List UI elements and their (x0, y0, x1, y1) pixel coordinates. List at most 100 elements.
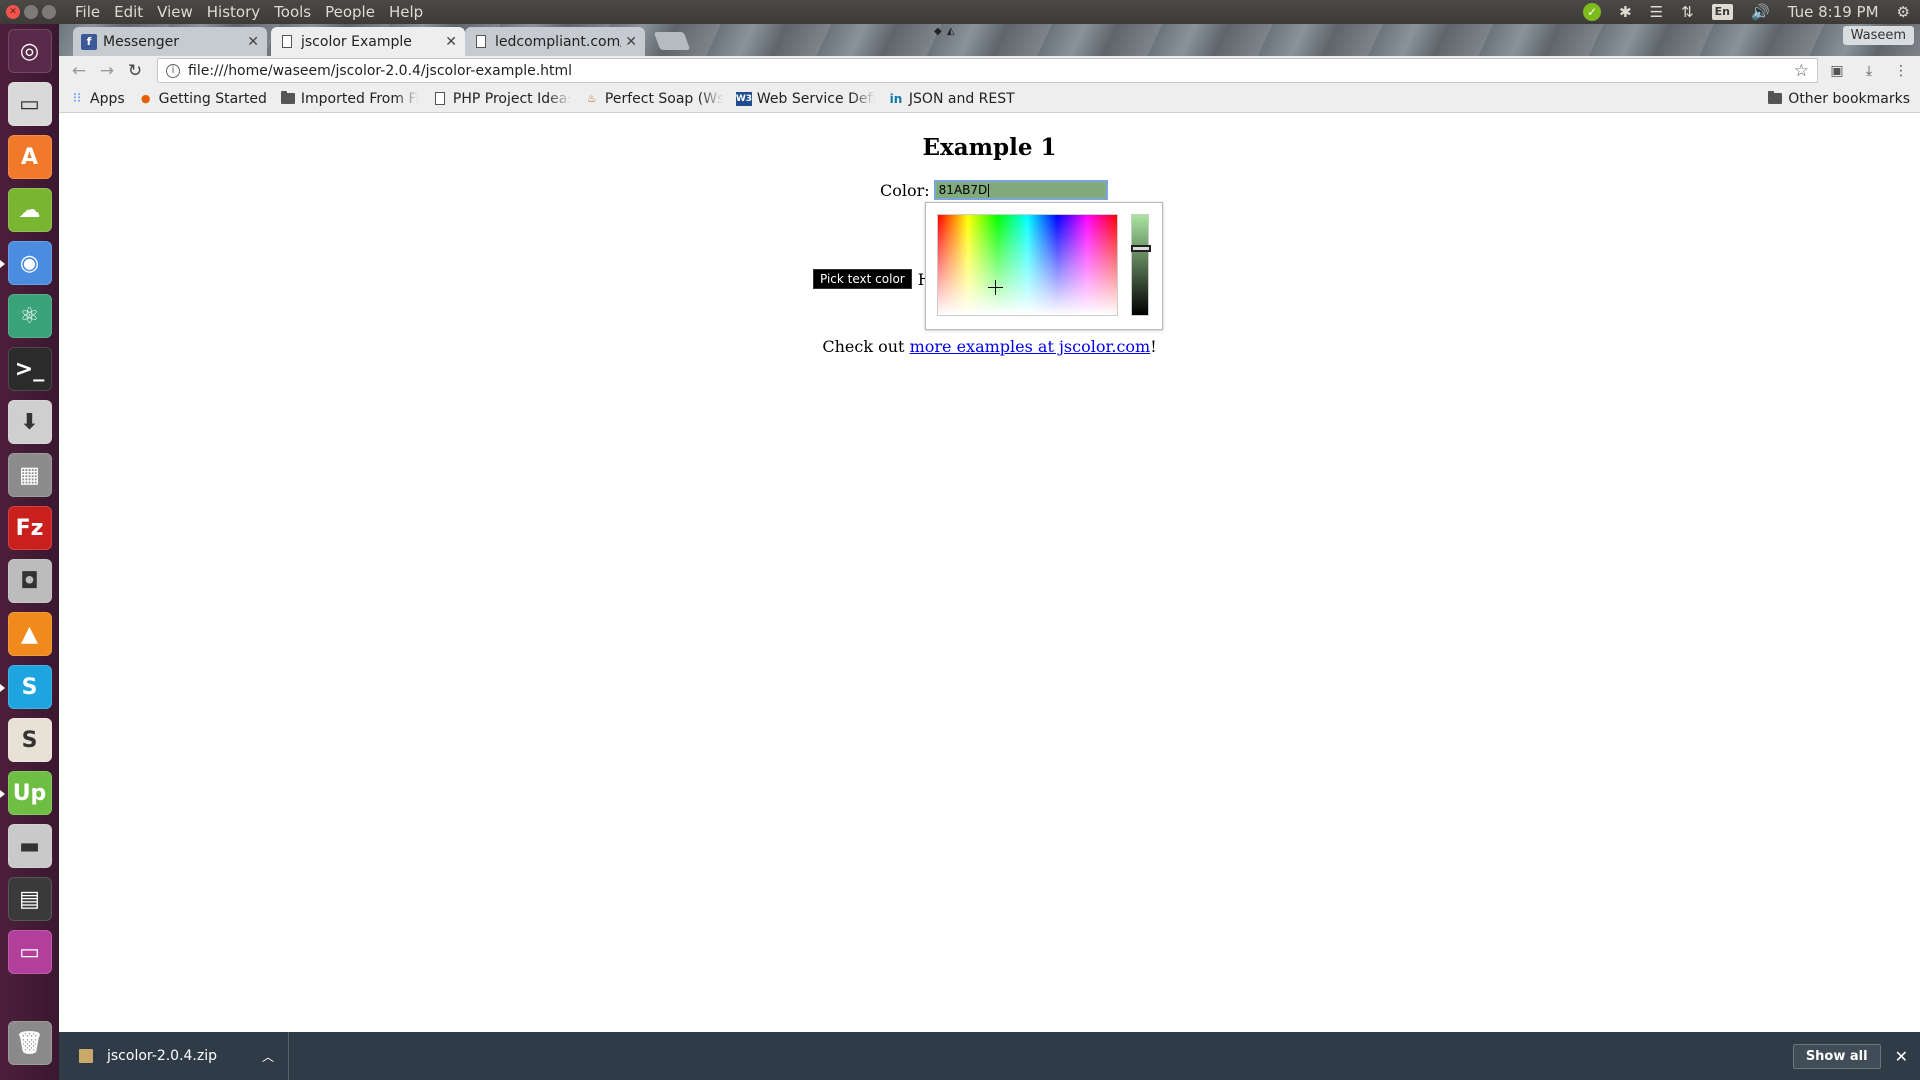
zip-file-icon (79, 1049, 93, 1063)
more-suffix: ! (1150, 337, 1157, 356)
cast-extension-icon[interactable]: ⤓ (1856, 63, 1882, 79)
camera-extension-icon[interactable]: ▣ (1824, 63, 1850, 79)
tab-messenger[interactable]: f Messenger ✕ (73, 27, 267, 56)
unity-launcher: ◎ ▭ A ☁ ◉ ⚛ >_ ⬇ ▦ Fz ◘ ▲ S S Up ▬ ▤ ▭ 🗑 (0, 24, 59, 1080)
menu-file[interactable]: File (68, 0, 107, 24)
value-slider[interactable] (1131, 214, 1151, 316)
atom-icon[interactable]: ⚛ (7, 294, 52, 338)
software-center-icon[interactable]: A (7, 135, 52, 179)
tab-close-icon[interactable]: ✕ (625, 34, 637, 50)
menu-tools[interactable]: Tools (267, 0, 318, 24)
address-url[interactable]: file:///home/waseem/jscolor-2.0.4/jscolo… (188, 63, 1794, 79)
vlc-icon[interactable]: ▲ (7, 612, 52, 656)
terminal-icon[interactable]: >_ (7, 347, 52, 391)
new-tab-button[interactable] (653, 32, 691, 50)
page-icon (432, 92, 448, 106)
color-picker-popup (925, 202, 1163, 330)
page-content: Example 1 Color: 81AB7D Pick text color … (59, 113, 1920, 1032)
filezilla-icon[interactable]: Fz (7, 506, 52, 550)
tab-close-icon[interactable]: ✕ (445, 34, 457, 50)
bookmark-label: Web Service Defin (756, 90, 875, 107)
close-window-button[interactable]: ✕ (6, 5, 20, 19)
reload-icon[interactable]: ↻ (121, 61, 149, 81)
network-icon[interactable]: ⇅ (1681, 0, 1694, 24)
bookmark-getting-started[interactable]: ● Getting Started (138, 91, 267, 107)
color-input[interactable]: 81AB7D (933, 180, 1108, 200)
bookmark-web-service[interactable]: W3 Web Service Defin (736, 91, 875, 107)
skype-icon[interactable]: S (0, 665, 52, 709)
value-slider-handle[interactable] (1131, 245, 1151, 252)
hue-saturation-pad[interactable] (937, 214, 1118, 316)
keyboard-language-indicator[interactable]: En (1711, 4, 1734, 20)
top-panel: ✕ File Edit View History Tools People He… (0, 0, 1920, 24)
tab-title: ledcompliant.com/in (495, 33, 621, 50)
bookmarks-bar: ⁝⁝ Apps ● Getting Started Imported From … (59, 85, 1920, 113)
more-examples-link[interactable]: more examples at jscolor.com (910, 337, 1151, 356)
back-arrow-icon[interactable]: ← (65, 61, 93, 81)
ubuntu-dash-icon[interactable]: ◎ (7, 29, 52, 73)
bookmark-imported-folder[interactable]: Imported From Fir (280, 91, 419, 107)
window-icon[interactable]: ▭ (7, 930, 52, 974)
bookmark-label: Apps (90, 90, 125, 107)
tab-close-icon[interactable]: ✕ (247, 34, 259, 50)
menu-edit[interactable]: Edit (107, 0, 150, 24)
bookmark-star-icon[interactable]: ☆ (1794, 61, 1809, 81)
more-examples-line: Check out more examples at jscolor.com! (59, 337, 1920, 356)
menu-help[interactable]: Help (382, 0, 430, 24)
running-indicator (0, 260, 5, 268)
screenshot-icon[interactable]: ◘ (7, 559, 52, 603)
volume-icon[interactable]: 🔊 (1751, 0, 1770, 24)
tab-ledcompliant[interactable]: ledcompliant.com/in ✕ (465, 27, 645, 56)
trash-icon[interactable]: 🗑 (7, 1021, 52, 1065)
download-shelf: jscolor-2.0.4.zip ︿ Show all ✕ (59, 1032, 1920, 1080)
bookmark-apps[interactable]: ⁝⁝ Apps (69, 91, 125, 107)
power-gear-icon[interactable]: ⚙ (1897, 0, 1910, 24)
workspace-switcher-icon[interactable]: ▤ (7, 877, 52, 921)
cloud-sync-icon[interactable]: ☁ (7, 188, 52, 232)
close-icon[interactable]: ✕ (1895, 1047, 1908, 1066)
disk-icon[interactable]: ▬ (7, 824, 52, 868)
menu-kebab-icon[interactable]: ⋮ (1888, 63, 1914, 79)
bookmark-php-project-ideas[interactable]: PHP Project Ideas (432, 91, 571, 107)
installer-icon[interactable]: ⬇ (7, 400, 52, 444)
minimize-window-button[interactable] (24, 5, 38, 19)
update-status-icon[interactable]: ✓ (1583, 3, 1602, 21)
w3-icon: W3 (735, 91, 753, 106)
text-caret (988, 183, 990, 197)
list-menu-icon[interactable]: ☰ (1650, 0, 1663, 24)
bookmark-label: JSON and REST (908, 90, 1015, 107)
menubar: File Edit View History Tools People Help (68, 0, 430, 24)
download-item[interactable]: jscolor-2.0.4.zip ︿ (59, 1032, 289, 1080)
pick-text-color-button[interactable]: Pick text color (813, 269, 912, 289)
other-bookmarks-label: Other bookmarks (1788, 90, 1910, 107)
page-icon (279, 34, 295, 50)
tab-strip: f Messenger ✕ jscolor Example ✕ ledcompl… (59, 24, 1920, 56)
profile-chip[interactable]: Waseem (1842, 26, 1914, 45)
chevron-up-icon[interactable]: ︿ (262, 1048, 274, 1065)
color-label: Color: (880, 180, 930, 200)
bookmark-perfect-soap[interactable]: ♨ Perfect Soap (Wsd (584, 91, 723, 107)
pick-row: Pick text color H (813, 269, 932, 289)
show-all-button[interactable]: Show all (1792, 1043, 1881, 1069)
slack-icon[interactable]: S (7, 718, 52, 762)
settings-gear-icon[interactable]: ✱ (1619, 0, 1632, 24)
crosshair-icon[interactable] (988, 280, 1004, 295)
other-bookmarks[interactable]: Other bookmarks (1767, 91, 1910, 107)
forward-arrow-icon[interactable]: → (93, 61, 121, 81)
tab-jscolor-example[interactable]: jscolor Example ✕ (271, 27, 465, 56)
download-filename: jscolor-2.0.4.zip (107, 1048, 218, 1064)
bookmark-json-rest[interactable]: in JSON and REST (888, 91, 1015, 107)
apps-grid-icon: ⁝⁝ (72, 91, 82, 106)
address-bar[interactable]: i file:///home/waseem/jscolor-2.0.4/jsco… (157, 58, 1818, 83)
more-prefix: Check out (822, 337, 910, 356)
menu-view[interactable]: View (150, 0, 200, 24)
clock[interactable]: Tue 8:19 PM (1788, 0, 1879, 24)
files-icon[interactable]: ▭ (7, 82, 52, 126)
info-icon[interactable]: i (166, 63, 180, 78)
menu-history[interactable]: History (200, 0, 267, 24)
chrome-icon[interactable]: ◉ (0, 241, 52, 285)
upwork-icon[interactable]: Up (0, 771, 52, 815)
calculator-icon[interactable]: ▦ (7, 453, 52, 497)
menu-people[interactable]: People (318, 0, 382, 24)
maximize-window-button[interactable] (42, 5, 56, 19)
